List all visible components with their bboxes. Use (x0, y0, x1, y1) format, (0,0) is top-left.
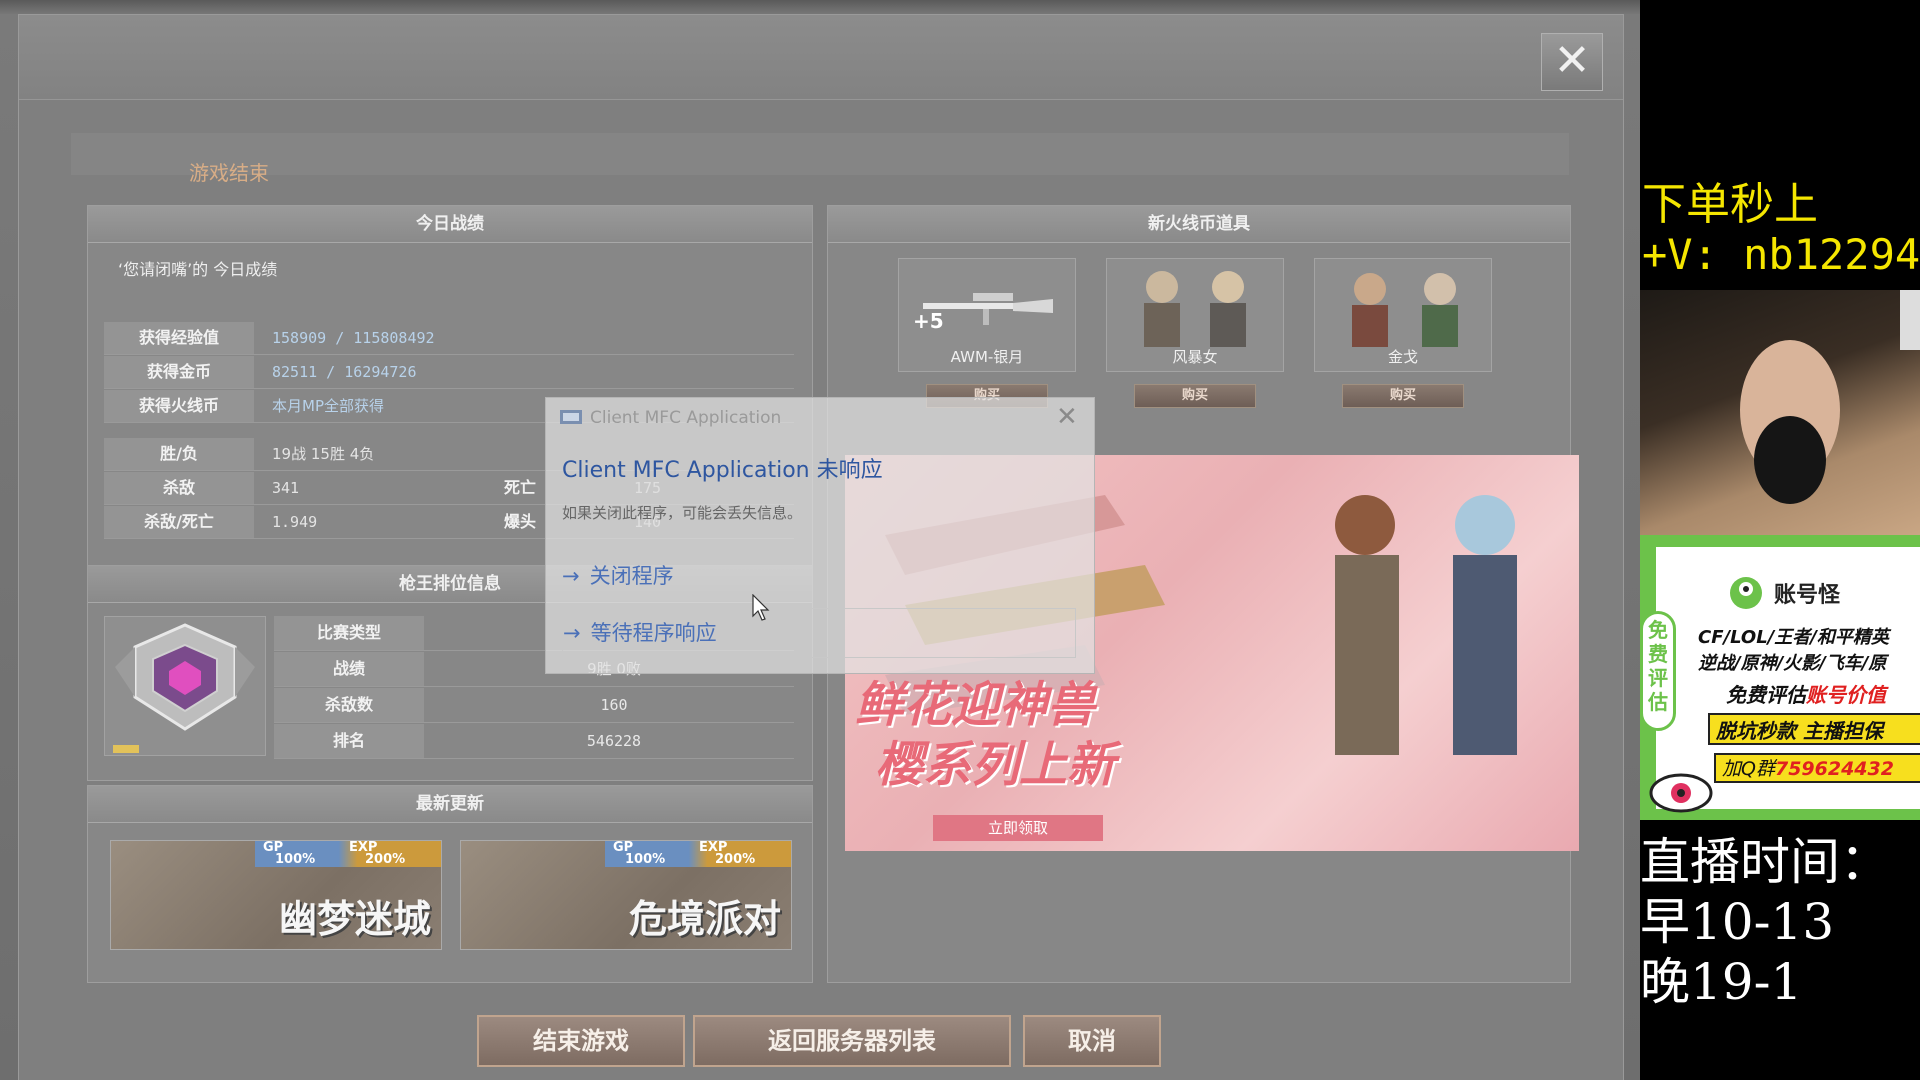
rank-label: 战绩 (274, 652, 424, 686)
map-name: 危境派对 (628, 897, 781, 941)
ad-line4: 脱坑秒款 主播担保 (1708, 713, 1920, 745)
rank-progress-bar (113, 745, 139, 753)
battle-label: 胜/负 (104, 438, 254, 470)
close-program-option[interactable]: → 关闭程序 (562, 552, 674, 600)
stat-row-gold: 获得金币 82511 / 16294726 (104, 356, 794, 389)
battle-label: 杀敌/死亡 (104, 506, 254, 538)
map-card[interactable]: GP 100% EXP 200% 危境派对 (460, 840, 792, 950)
item-name: 金戈 (1387, 348, 1418, 366)
ad-line5: 加Q群759624432 (1714, 753, 1920, 783)
rank-row-position: 排名 546228 (274, 724, 794, 759)
today-stats-title: 今日战绩 (88, 206, 812, 243)
shop-title: 新火线币道具 (828, 206, 1570, 243)
map-name: 幽梦迷城 (278, 897, 431, 941)
claim-button[interactable]: 立即领取 (933, 815, 1103, 841)
shop-item[interactable]: 风暴女 (1106, 258, 1284, 372)
updates-title: 最新更新 (88, 786, 812, 823)
subtitle-bar (71, 133, 1569, 175)
stat-value: 82511 / 16294726 (272, 363, 417, 381)
ad-games: CF/LOL/王者/和平精英 (1698, 627, 1889, 648)
ad-qq-number: 759624432 (1774, 758, 1894, 780)
promo-line1: 下单秒上 (1642, 179, 1818, 230)
promo-line2: +V: nb122943 (1642, 230, 1920, 279)
arrow-right-icon: → (563, 621, 581, 645)
shop-item[interactable]: +5 AWM-银月 (898, 258, 1076, 372)
dialog-subtitle: 游戏结束 (189, 161, 269, 185)
exp-percent: 200% (715, 852, 756, 867)
rank-emblem-graphic (115, 623, 255, 731)
stat-value: 本月MP全部获得 (272, 397, 384, 415)
close-icon[interactable]: ✕ (1056, 402, 1078, 432)
item-name: AWM-银月 (950, 348, 1024, 366)
mfc-title: Client MFC Application (590, 408, 782, 428)
stat-value: 158909 / 115808492 (272, 329, 435, 347)
mouse-cursor-icon (752, 594, 770, 621)
player-line: ‘您请闭嘴’的 今日成绩 (118, 260, 278, 279)
end-game-button[interactable]: 结束游戏 (477, 1015, 685, 1067)
cancel-button[interactable]: 取消 (1023, 1015, 1161, 1067)
rank-label: 排名 (274, 724, 424, 758)
monster-logo-icon (1730, 577, 1762, 609)
sniper-rifle-icon (923, 293, 1053, 325)
rank-value: 546228 (586, 732, 642, 750)
battle-label: 杀敌 (104, 472, 254, 504)
character-pair-icon (1144, 271, 1246, 347)
stat-label: 获得经验值 (104, 322, 254, 354)
buy-button[interactable]: 购买 (1342, 384, 1464, 408)
app-icon (560, 410, 582, 424)
game-top-strip (0, 0, 1640, 14)
ad-games-2: 逆战/原神/火影/飞车/原 (1698, 653, 1887, 674)
ad-line3-prefix: 免费评估 (1726, 683, 1806, 707)
gp-percent: 100% (625, 852, 666, 867)
ad-line3: 免费评估账号价值 (1726, 679, 1886, 708)
ad-line3-highlight: 账号价值 (1806, 683, 1886, 707)
mfc-message: 如果关闭此程序，可能会丢失信息。 (562, 504, 803, 522)
eye-icon (1649, 773, 1713, 813)
battle-value: 341 (272, 479, 300, 497)
rank-value: 160 (600, 696, 628, 714)
webcam-feed (1640, 290, 1920, 535)
stream-sidebar: 下单秒上 +V: nb122943 账号怪 CF/LOL/王者/和平精英 逆战/… (1640, 0, 1920, 1080)
dialog-header (19, 15, 1623, 100)
mfc-heading: Client MFC Application 未响应 (562, 458, 883, 483)
hand-with-mouse-graphic (1740, 290, 1920, 504)
bonus-badge: GP 100% EXP 200% (605, 841, 791, 867)
rank-label: 比赛类型 (274, 616, 424, 650)
exp-percent: 200% (365, 852, 406, 867)
map-card[interactable]: GP 100% EXP 200% 幽梦迷城 (110, 840, 442, 950)
battle-value: 1.949 (272, 513, 318, 531)
ad-brand: 账号怪 (1774, 583, 1841, 608)
stat-label: 获得金币 (104, 356, 254, 388)
close-program-label: 关闭程序 (589, 564, 674, 588)
arrow-right-icon: → (562, 564, 580, 588)
game-area: ✕ 游戏结束 今日战绩 ‘您请闭嘴’的 今日成绩 获得经验值 158909 / … (0, 0, 1640, 1080)
character-pair-icon (1352, 273, 1458, 347)
ad-badge: 免费评估 (1640, 611, 1676, 731)
stat-row-exp: 获得经验值 158909 / 115808492 (104, 322, 794, 355)
buy-button[interactable]: 购买 (1134, 384, 1256, 408)
stat-label: 获得火线币 (104, 390, 254, 422)
updates-panel: 最新更新 GP 100% EXP 200% 幽梦迷城 GP 100% EXP 2… (87, 785, 813, 983)
rank-emblem-icon (104, 616, 266, 756)
account-ad: 账号怪 CF/LOL/王者/和平精英 逆战/原神/火影/飞车/原 免费评估账号价… (1640, 535, 1920, 820)
back-to-servers-button[interactable]: 返回服务器列表 (693, 1015, 1011, 1067)
bonus-badge: GP 100% EXP 200% (255, 841, 441, 867)
close-x-icon[interactable]: ✕ (1541, 33, 1603, 91)
rank-row-kills: 杀敌数 160 (274, 688, 794, 723)
ad-line5-prefix: 加Q群 (1722, 758, 1775, 780)
item-name: 风暴女 (1172, 348, 1218, 366)
wait-program-label: 等待程序响应 (590, 621, 717, 645)
gp-percent: 100% (275, 852, 316, 867)
wait-program-option[interactable]: → 等待程序响应 (562, 608, 1076, 658)
not-responding-dialog: Client MFC Application ✕ Client MFC Appl… (545, 397, 1095, 674)
schedule-evening: 晚19-1 (1640, 953, 1803, 1011)
banner-line2: 樱系列上新 (875, 737, 1116, 793)
rank-label: 杀敌数 (274, 688, 424, 722)
shop-item[interactable]: 金戈 (1314, 258, 1492, 372)
battle-value: 19战 15胜 4负 (272, 445, 375, 463)
